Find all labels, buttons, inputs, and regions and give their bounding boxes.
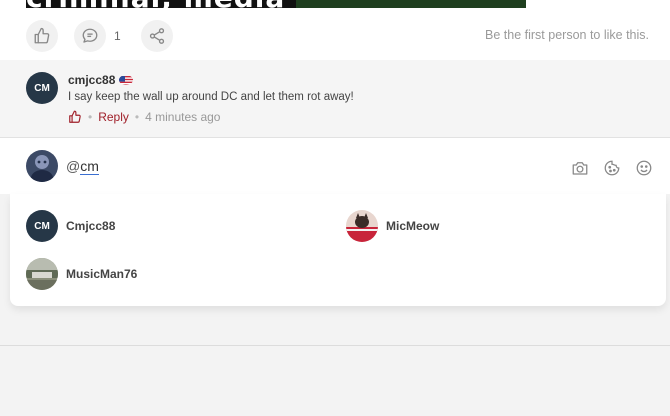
thumbs-up-icon	[34, 27, 50, 44]
comment: CM cmjcc88 I say keep the wall up around…	[0, 60, 670, 138]
post-footer: criminal, media 1	[0, 0, 670, 60]
reply-link[interactable]: Reply	[98, 110, 129, 124]
comment-composer: @cm	[0, 138, 670, 194]
like-status-text: Be the first person to like this.	[485, 28, 649, 42]
mention-name: MusicMan76	[66, 267, 138, 281]
comment-timestamp: 4 minutes ago	[145, 110, 221, 124]
avatar	[26, 258, 58, 290]
comment-author[interactable]: cmjcc88	[68, 73, 115, 87]
comment-text: I say keep the wall up around DC and let…	[68, 91, 354, 103]
comment-input[interactable]: @cm	[66, 158, 99, 175]
share-button[interactable]	[140, 20, 173, 52]
mention-name: Cmjcc88	[66, 219, 116, 233]
section-divider	[0, 345, 670, 346]
share-icon	[149, 28, 164, 44]
comment-meta: • Reply • 4 minutes ago	[68, 110, 220, 124]
post-actions: 1	[26, 20, 173, 52]
mention-suggestions: CM Cmjcc88 MicMeow MusicMan76	[10, 194, 666, 306]
us-flag-icon	[119, 75, 134, 85]
post-image-text: criminal, media	[26, 0, 285, 8]
avatar[interactable]: CM	[26, 72, 58, 104]
avatar: CM	[26, 210, 58, 242]
avatar	[346, 210, 378, 242]
mention-name: MicMeow	[386, 219, 440, 233]
emoji-icon[interactable]	[635, 159, 653, 177]
mention-text: cm	[80, 158, 99, 175]
current-user-avatar	[26, 150, 58, 182]
like-button[interactable]	[26, 20, 58, 52]
camera-icon[interactable]	[571, 159, 589, 177]
comment-button[interactable]	[74, 20, 106, 52]
compose-prefix: @	[66, 158, 81, 174]
post-image: criminal, media	[26, 0, 526, 8]
comment-like-icon[interactable]	[68, 110, 82, 124]
mention-option[interactable]: CM Cmjcc88	[26, 210, 115, 242]
sticker-icon[interactable]	[603, 159, 621, 177]
mention-option[interactable]: MusicMan76	[26, 258, 137, 290]
comment-bubble-icon	[82, 28, 98, 43]
comment-count: 1	[114, 29, 121, 43]
mention-option[interactable]: MicMeow	[346, 210, 439, 242]
